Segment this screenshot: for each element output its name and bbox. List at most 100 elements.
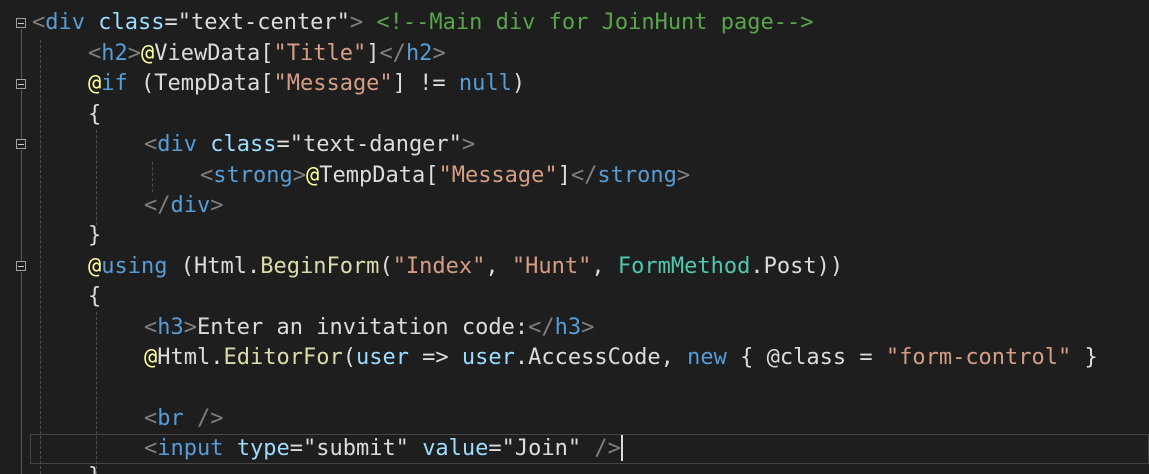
tag-bracket: < [144,315,158,340]
code-line-4: { [88,100,101,130]
bracket: ] [392,71,406,96]
razor-at: @ [141,41,155,66]
tag-name: h2 [405,41,433,66]
operator: => [408,345,462,370]
string-literal: "Title" [273,41,367,66]
code-line-15: } [88,462,101,474]
tag-name: br [157,406,184,431]
code-line-5: <div class="text-danger"> [144,130,475,160]
tag-bracket: </ [144,193,171,218]
keyword: null [458,71,512,96]
razor-at: @ [144,345,158,370]
tag-bracket: < [200,163,214,188]
comma: , [591,254,618,279]
fold-collapse-icon[interactable] [16,18,26,28]
tag-bracket: > [210,193,224,218]
equals-sign: = [276,132,290,157]
comma: , [485,254,512,279]
text-caret [620,434,623,461]
code-line-2: <h2>@ViewData["Title"]</h2> [88,39,446,69]
bracket: ] [557,163,571,188]
razor-at: @ [88,254,102,279]
razor-at: @ [88,71,102,96]
brace: { [88,102,102,127]
code-line-6: <strong>@TempData["Message"]</strong> [200,161,690,191]
tag-name: h3 [554,315,582,340]
tag-bracket: > [292,163,306,188]
tag-name: h3 [157,315,184,340]
equals-sign: = [289,436,303,461]
tag-bracket: </ [379,41,406,66]
html-comment: <!--Main div for JoinHunt page--> [376,10,814,35]
keyword: if [101,71,128,96]
fold-guide-line [21,90,22,139]
member-name: AccessCode [528,345,661,370]
type-name: FormMethod [617,254,751,279]
lambda-parameter: user [355,345,409,370]
brace: } [88,464,101,474]
tag-name: strong [597,163,677,188]
dot: . [210,345,224,370]
tag-bracket: > [127,41,141,66]
code-line-12: @Html.EditorFor(user => user.AccessCode,… [144,343,1098,373]
tag-name: div [45,10,85,35]
razor-at: @ [766,345,780,370]
attribute-value: "text-danger" [289,132,462,157]
brace: } [88,223,102,248]
dot: . [750,254,764,279]
paren: )) [816,254,844,279]
string-literal: "Message" [273,71,393,96]
tag-name: input [157,436,224,461]
string-literal: "Message" [438,163,558,188]
fold-guide-line [21,272,22,474]
string-literal: "form-control" [885,345,1072,370]
paren: ( [167,254,194,279]
bracket: [ [260,41,274,66]
string-literal: "Hunt" [511,254,592,279]
paren: ( [379,254,393,279]
paren: ( [342,345,356,370]
fold-guide-line [21,29,22,79]
tag-name: div [157,132,197,157]
string-literal: "Index" [392,254,486,279]
attribute-name: class [210,132,277,157]
tag-bracket: > [432,41,446,66]
identifier: Html [193,254,247,279]
code-line-3: @if (TempData["Message"] != null) [88,69,525,99]
tag-bracket: < [88,41,102,66]
identifier: ViewData [154,41,261,66]
keyword: new [687,345,727,370]
fold-collapse-icon[interactable] [16,261,26,271]
comma: , [660,345,688,370]
property-name: class [779,345,847,370]
attribute-name: value [422,436,489,461]
html-text: Enter an invitation code: [197,315,529,340]
attribute-value: "submit" [302,436,409,461]
identifier: Html [157,345,211,370]
dot: . [514,345,529,370]
brace: { [88,284,102,309]
equals-sign: = [164,10,178,35]
tag-name: h2 [101,41,128,66]
paren: ( [127,71,155,96]
tag-bracket: /> [581,436,621,461]
code-line-9: @using (Html.BeginForm("Index", "Hunt", … [88,252,843,282]
indent-guide [152,162,153,192]
operator: != [405,71,459,96]
code-line-10: { [88,282,101,312]
method-name: BeginForm [260,254,380,279]
code-line-13: <br /> [144,404,224,434]
code-editor[interactable]: <div class="text-center"> <!--Main div f… [0,0,1149,474]
brace: } [1071,345,1098,370]
bracket: [ [425,163,439,188]
editor-gutter [0,0,30,474]
razor-at: @ [305,163,320,188]
fold-collapse-icon[interactable] [16,139,26,149]
equals-sign: = [488,436,502,461]
fold-collapse-icon[interactable] [16,79,26,89]
brace: { [726,345,767,370]
paren: ) [511,71,526,96]
tag-bracket: < [32,10,46,35]
attribute-value: "Join" [501,436,582,461]
code-line-14: <input type="submit" value="Join" /> [144,434,623,464]
